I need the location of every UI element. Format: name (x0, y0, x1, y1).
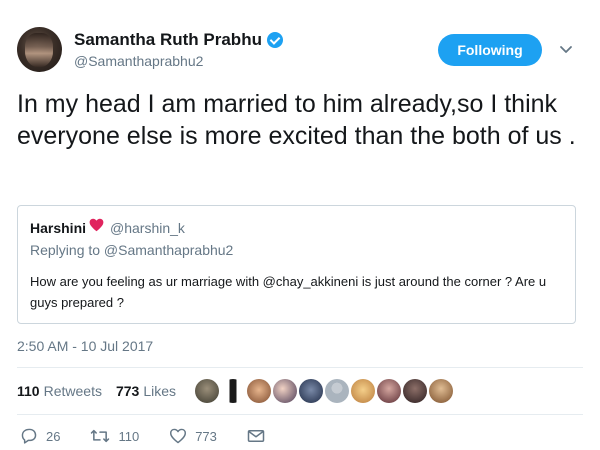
likes-count: 773 (115, 383, 140, 399)
liker-avatar[interactable] (429, 379, 453, 403)
reply-count: 26 (46, 428, 61, 444)
retweets-stat[interactable]: 110 Retweets (17, 383, 102, 399)
tweet-actions: 26 110 773 (20, 428, 295, 444)
liker-avatar[interactable] (351, 379, 375, 403)
retweets-count: 110 (17, 383, 40, 399)
like-button[interactable]: 773 (169, 428, 217, 444)
like-icon (169, 428, 187, 444)
liker-avatar[interactable] (325, 379, 349, 403)
liker-avatar[interactable] (377, 379, 401, 403)
reply-icon (20, 428, 38, 444)
verified-badge-icon (266, 32, 283, 48)
tweet-stats: 110 Retweets 773 Likes (17, 383, 190, 399)
liker-avatar[interactable] (299, 379, 323, 403)
likes-stat[interactable]: 773 Likes (116, 383, 176, 399)
liker-avatars (195, 379, 453, 403)
following-button[interactable]: Following (438, 34, 542, 66)
author-avatar[interactable] (17, 27, 62, 72)
replying-to-label: Replying to @Samanthaprabhu2 (30, 242, 234, 258)
divider (17, 414, 583, 415)
quoted-author-handle[interactable]: @harshin_k (110, 220, 185, 236)
quoted-author-name[interactable]: Harshini (30, 220, 86, 236)
liker-avatar[interactable] (247, 379, 271, 403)
like-count: 773 (195, 428, 217, 444)
direct-message-icon (247, 429, 265, 443)
tweet-timestamp[interactable]: 2:50 AM - 10 Jul 2017 (17, 338, 153, 354)
quoted-tweet-text: How are you feeling as ur marriage with … (30, 274, 547, 310)
author-display-name[interactable]: Samantha Ruth Prabhu (74, 30, 262, 50)
quoted-tweet[interactable]: Harshini @harshin_k Replying to @Samanth… (17, 205, 576, 324)
red-heart-emoji (89, 218, 104, 237)
author-handle[interactable]: @Samanthaprabhu2 (74, 53, 203, 69)
retweets-label: Retweets (43, 383, 102, 399)
retweet-button[interactable]: 110 (90, 428, 139, 444)
liker-avatar[interactable] (273, 379, 297, 403)
divider (17, 367, 583, 368)
liker-avatar[interactable] (195, 379, 219, 403)
author-name-row[interactable]: Samantha Ruth Prabhu (74, 30, 283, 50)
tweet-text: In my head I am married to him already,s… (17, 90, 576, 150)
retweet-icon (90, 428, 110, 444)
liker-avatar[interactable] (403, 379, 427, 403)
reply-button[interactable]: 26 (20, 428, 60, 444)
direct-message-button[interactable] (247, 429, 265, 443)
chevron-down-icon[interactable] (559, 42, 573, 56)
likes-label: Likes (143, 383, 176, 399)
retweet-count: 110 (118, 428, 140, 444)
quoted-tweet-header: Harshini @harshin_k (30, 218, 185, 237)
liker-avatar[interactable] (221, 379, 245, 403)
